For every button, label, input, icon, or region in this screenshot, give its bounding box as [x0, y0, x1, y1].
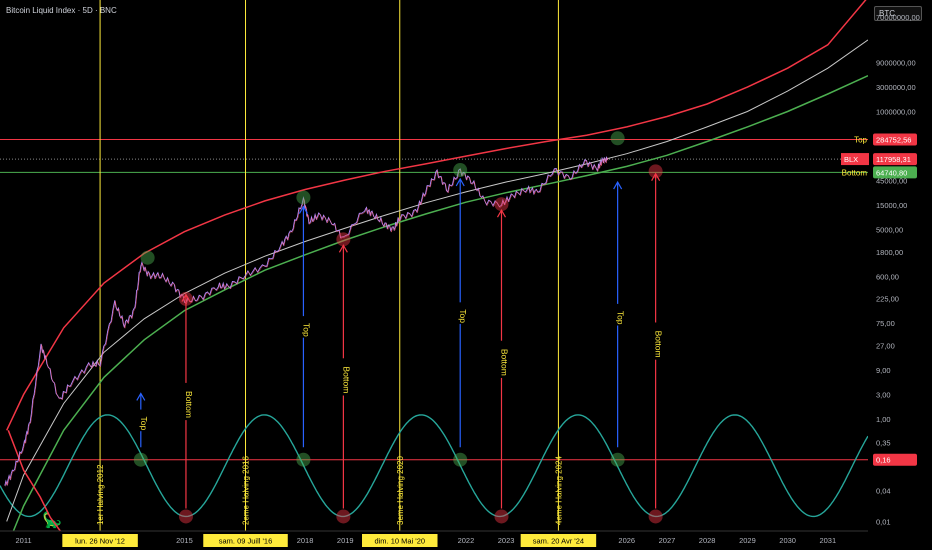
halving-name: 2eme Halving 2016: [242, 456, 251, 525]
y-tick-label: 1800,00: [876, 248, 903, 257]
x-tick-label: 2030: [779, 536, 796, 545]
cycle-marker: [453, 452, 468, 467]
y-tick-label: 5000,00: [876, 225, 903, 234]
cycle-label: Bottom: [654, 331, 664, 358]
x-tick-label: 2018: [297, 536, 314, 545]
cycle-marker: [140, 250, 155, 265]
y-tick-label: 0,04: [876, 487, 891, 496]
x-tick-label: 2022: [458, 536, 475, 545]
halving-date-label: sam. 20 Avr '24: [533, 537, 584, 546]
cycle-label: Bottom: [499, 349, 509, 376]
cycle-label: Bottom: [184, 391, 194, 418]
cycle-label: Top: [301, 323, 311, 337]
x-tick-label: 2019: [337, 536, 354, 545]
level-badge-label: 284752,56: [876, 135, 911, 144]
y-tick-label: 1000000,00: [876, 108, 916, 117]
curve-upper: [6, 0, 867, 431]
level-badge-label: 64740,80: [876, 168, 907, 177]
side-label: Bottom: [842, 168, 868, 177]
y-tick-label: 70000000,00: [876, 13, 920, 22]
cycle-marker: [610, 452, 625, 467]
cycle-label: Top: [139, 417, 149, 431]
cycle-label: Top: [458, 309, 468, 323]
cycle-marker: [336, 509, 351, 524]
x-tick-label: 2015: [176, 536, 193, 545]
y-tick-label: 225,00: [876, 294, 899, 303]
side-label: BLX: [844, 155, 858, 164]
cycle-label: Top: [616, 311, 626, 325]
cycle-marker: [494, 509, 509, 524]
oscillator-line: [0, 414, 868, 518]
plot-area: 1er Halving 2012 2eme Halving 2016 3eme Ha…: [0, 0, 868, 531]
y-tick-label: 600,00: [876, 273, 899, 282]
y-tick-label: 75,00: [876, 319, 895, 328]
y-tick-label: 3000000,00: [876, 83, 916, 92]
cycle-marker: [610, 131, 625, 146]
cycle-marker: [648, 509, 663, 524]
cycle-marker: [178, 509, 193, 524]
y-tick-label: 0,35: [876, 438, 891, 447]
x-tick-label: 2031: [819, 536, 836, 545]
y-tick-label: 15000,00: [876, 201, 907, 210]
level-badge-label: 117958,31: [876, 155, 911, 164]
x-tick-label: 2023: [498, 536, 515, 545]
y-tick-label: 3,00: [876, 390, 891, 399]
x-tick-label: 2026: [618, 536, 635, 545]
y-tick-label: 9,00: [876, 366, 891, 375]
halving-date-label: dim. 10 Mai '20: [374, 537, 425, 546]
halving-date-label: sam. 09 Juill '16: [219, 537, 273, 546]
x-tick-label: 2028: [699, 536, 716, 545]
x-tick-label: 2027: [659, 536, 676, 545]
cycle-marker: [133, 452, 148, 467]
side-label: Top: [854, 135, 867, 144]
level-badge-label: 0,16: [876, 456, 891, 465]
y-tick-label: 27,00: [876, 342, 895, 351]
cycle-marker: [296, 452, 311, 467]
chart-canvas[interactable]: 1er Halving 2012 2eme Halving 2016 3eme Ha…: [0, 0, 932, 550]
cycle-marker: [296, 190, 311, 205]
cycle-label: Bottom: [341, 366, 351, 393]
y-tick-label: 1,00: [876, 415, 891, 424]
halving-date-label: lun. 26 Nov '12: [75, 537, 125, 546]
y-tick-label: 9000000,00: [876, 59, 916, 68]
x-tick-label: 2029: [739, 536, 756, 545]
y-tick-label: 0,01: [876, 517, 891, 526]
halving-name: 1er Halving 2012: [96, 464, 105, 525]
x-tick-label: 2011: [15, 536, 31, 545]
halving-name: 3eme Halving 2020: [396, 456, 405, 525]
halving-name: 4eme Halving 2024: [554, 456, 563, 525]
cycle-marker: [453, 163, 468, 178]
curve-middle: [6, 39, 868, 522]
